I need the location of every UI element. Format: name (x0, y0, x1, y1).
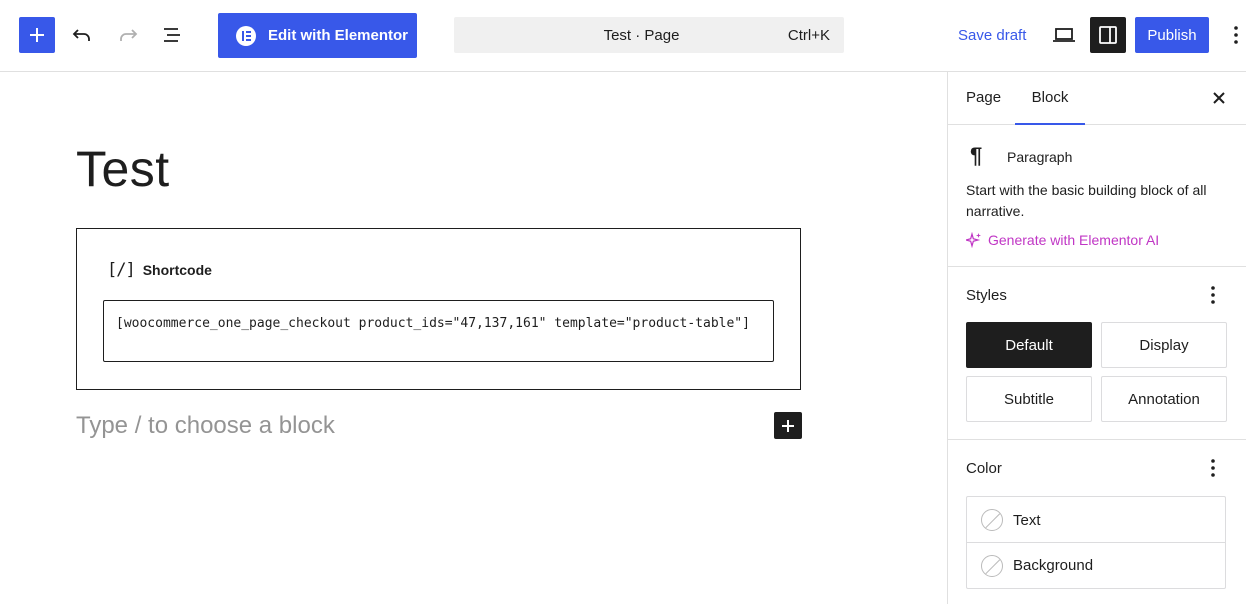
color-background-label: Background (1013, 557, 1094, 574)
shortcode-header: [/] Shortcode (107, 260, 212, 280)
document-overview-button[interactable] (154, 17, 190, 53)
sparkle-icon (966, 232, 981, 248)
shortcode-textarea[interactable]: [woocommerce_one_page_checkout product_i… (103, 300, 774, 362)
laptop-icon (1053, 28, 1075, 42)
elementor-button-label: Edit with Elementor (268, 27, 409, 44)
color-panel: Color Text Background (948, 440, 1246, 604)
plus-icon (782, 419, 794, 432)
preview-button[interactable] (1046, 17, 1082, 53)
keyboard-shortcut: Ctrl+K (787, 27, 830, 44)
options-menu-button[interactable] (1226, 17, 1246, 53)
plus-icon (30, 28, 44, 42)
tab-block[interactable]: Block (1015, 72, 1085, 125)
paragraph-icon: ¶ (970, 143, 983, 168)
color-text-label: Text (1013, 511, 1041, 529)
empty-color-swatch-icon (981, 509, 1003, 531)
block-card: ¶ Paragraph Start with the basic buildin… (948, 125, 1246, 267)
styles-heading: Styles (966, 287, 1007, 304)
vertical-ellipsis-icon (1234, 26, 1238, 44)
color-background-item[interactable]: Background (967, 542, 1225, 588)
shortcode-block[interactable]: [/] Shortcode [woocommerce_one_page_chec… (76, 228, 801, 390)
empty-color-swatch-icon (981, 554, 1003, 577)
vertical-ellipsis-icon (1211, 459, 1215, 477)
editor-header: Edit with Elementor Test · Page Ctrl+K S… (0, 0, 1246, 72)
block-title: Paragraph (1007, 149, 1073, 165)
shortcode-icon: [/] (107, 260, 136, 280)
undo-button[interactable] (64, 17, 100, 53)
redo-icon (120, 29, 138, 41)
publish-button[interactable]: Publish (1135, 17, 1209, 53)
elementor-logo-icon (236, 25, 256, 46)
color-heading: Color (966, 460, 1002, 477)
settings-sidebar-toggle[interactable] (1090, 17, 1126, 53)
document-title: Test · Page (603, 27, 680, 44)
ai-link-label: Generate with Elementor AI (988, 232, 1160, 248)
add-block-button[interactable] (774, 412, 802, 439)
style-annotation-button[interactable]: Annotation (1101, 376, 1227, 422)
style-default-button[interactable]: Default (966, 322, 1092, 368)
save-draft-button[interactable]: Save draft (958, 27, 1026, 44)
edit-with-elementor-button[interactable]: Edit with Elementor (218, 13, 417, 58)
styles-options-button[interactable] (1203, 285, 1223, 305)
sidebar-tabs: Page Block (948, 72, 1246, 125)
vertical-ellipsis-icon (1211, 286, 1215, 304)
redo-button[interactable] (110, 17, 146, 53)
command-palette-bar[interactable]: Test · Page Ctrl+K (454, 17, 844, 53)
settings-sidebar: Page Block ¶ Paragraph Start with the ba… (947, 72, 1246, 604)
tab-page[interactable]: Page (966, 89, 1001, 106)
sidebar-icon (1099, 26, 1117, 44)
block-description: Start with the basic building block of a… (966, 182, 1207, 219)
color-text-item[interactable]: Text (967, 497, 1225, 543)
style-subtitle-button[interactable]: Subtitle (966, 376, 1092, 422)
close-sidebar-button[interactable] (1209, 88, 1229, 108)
color-options-button[interactable] (1203, 458, 1223, 478)
color-settings-list: Text Background (966, 496, 1226, 589)
block-inserter-button[interactable] (19, 17, 55, 53)
style-display-button[interactable]: Display (1101, 322, 1227, 368)
generate-ai-link[interactable]: Generate with Elementor AI (966, 232, 1159, 248)
default-block-appender[interactable]: Type / to choose a block (76, 412, 335, 440)
post-title[interactable]: Test (76, 140, 170, 198)
list-view-icon (164, 28, 180, 42)
close-icon (1213, 92, 1225, 104)
styles-panel: Styles Default Display Subtitle Annotati… (948, 267, 1246, 440)
undo-icon (72, 29, 90, 41)
shortcode-label: Shortcode (142, 262, 212, 278)
